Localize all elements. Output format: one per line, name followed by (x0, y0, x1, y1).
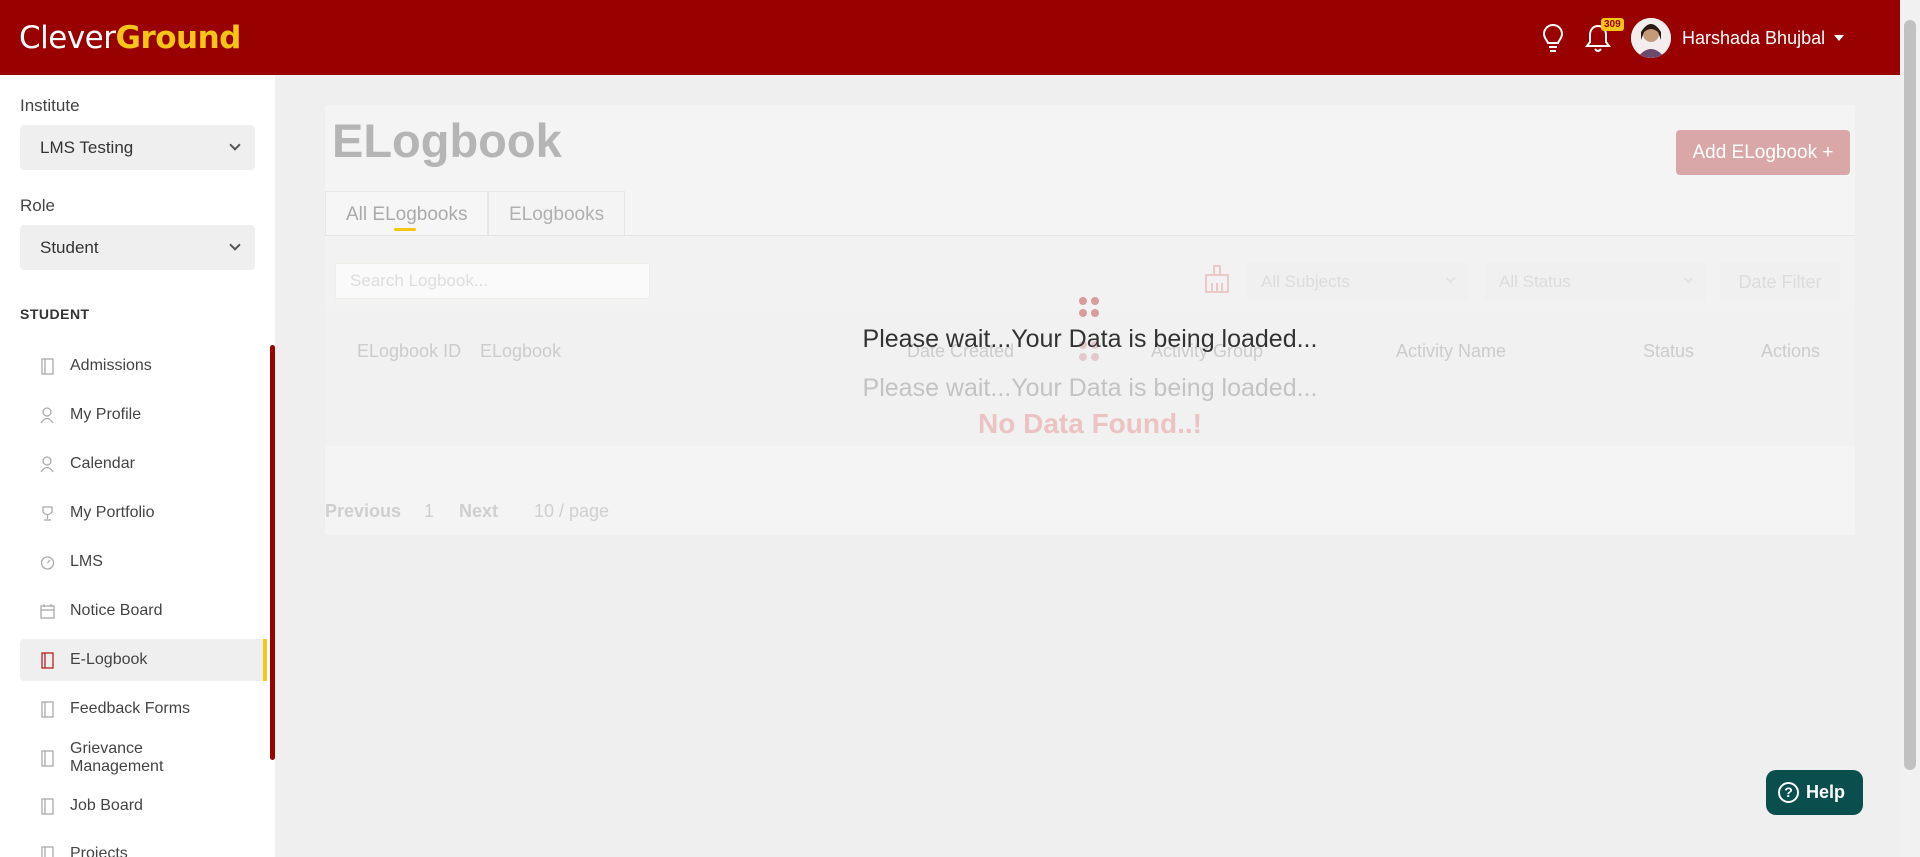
avatar[interactable] (1631, 18, 1671, 58)
chevron-down-icon (1683, 273, 1694, 284)
sidebar-item-my-portfolio[interactable]: My Portfolio (20, 492, 265, 534)
tab-active-underline (394, 228, 416, 231)
chevron-down-icon (229, 239, 241, 251)
chevron-down-icon (1445, 273, 1456, 284)
logo-text-clever: Clever (19, 20, 116, 56)
loading-spinner-icon (1079, 297, 1101, 319)
book-icon (41, 357, 54, 375)
logo-text-ground: Ground (115, 20, 242, 56)
book-icon (41, 797, 54, 815)
active-indicator (263, 639, 267, 681)
book-icon (41, 845, 54, 857)
sidebar-item-feedback-forms[interactable]: Feedback Forms (20, 688, 265, 730)
page-number-button[interactable]: 1 (424, 501, 434, 522)
elogbook-card: ELogbook Add ELogbook + All ELogbooks EL… (325, 105, 1855, 535)
date-filter-button[interactable]: Date Filter (1720, 263, 1840, 301)
role-select-value: Student (40, 238, 99, 257)
sidebar-item-label: Admissions (70, 357, 152, 374)
user-menu-caret-icon[interactable] (1834, 35, 1844, 41)
page-scrollbar-thumb[interactable] (1904, 20, 1916, 770)
clever-ground-logo[interactable]: CleverGround (19, 20, 241, 56)
sidebar-item-grievance-management[interactable]: Grievance Management (20, 737, 265, 779)
previous-page-button[interactable]: Previous (325, 501, 401, 522)
sidebar-item-label: Feedback Forms (70, 700, 191, 717)
book-icon (41, 700, 54, 718)
book-icon (41, 749, 54, 767)
page-scrollbar[interactable] (1900, 0, 1920, 857)
status-filter-select[interactable]: All Status (1485, 263, 1706, 301)
help-button-label: Help (1806, 782, 1846, 802)
tab-elogbooks[interactable]: ELogbooks (488, 191, 626, 236)
sidebar-item-e-logbook[interactable]: E-Logbook (20, 639, 267, 681)
lightbulb-icon[interactable] (1538, 22, 1568, 54)
next-page-button[interactable]: Next (459, 501, 498, 522)
sidebar-item-label: Notice Board (70, 602, 163, 619)
tab-all-elogbooks[interactable]: All ELogbooks (325, 191, 489, 236)
top-navbar: CleverGround 309 Harshada Bhujbal (0, 0, 1900, 75)
sidebar-section-title: STUDENT (20, 306, 90, 322)
sidebar-item-label: Grievance Management (70, 740, 164, 775)
search-input[interactable]: Search Logbook... (335, 263, 650, 299)
profile-icon (40, 406, 54, 423)
no-data-message: No Data Found..! (978, 408, 1202, 439)
subjects-filter-select[interactable]: All Subjects (1247, 263, 1468, 301)
sidebar-item-label: Job Board (70, 797, 143, 814)
sidebar-item-label: My Profile (70, 406, 142, 423)
role-select[interactable]: Student (20, 225, 255, 270)
sidebar-item-label: Calendar (70, 455, 135, 472)
trophy-icon (42, 505, 53, 521)
book-icon (41, 651, 54, 669)
broom-icon[interactable] (1202, 263, 1232, 295)
chevron-down-icon (229, 139, 241, 151)
sidebar-item-notice-board[interactable]: Notice Board (20, 590, 265, 632)
tab-label: ELogbooks (509, 204, 605, 225)
institute-select-value: LMS Testing (40, 138, 134, 157)
status-filter-value: All Status (1499, 272, 1571, 291)
add-elogbook-button[interactable]: Add ELogbook + (1676, 130, 1850, 175)
user-name[interactable]: Harshada Bhujbal (1682, 28, 1825, 49)
question-icon: ? (1778, 782, 1799, 803)
role-label: Role (20, 196, 55, 215)
sidebar-item-label: LMS (70, 553, 103, 570)
sidebar-item-calendar[interactable]: Calendar (20, 443, 265, 485)
sidebar-item-job-board[interactable]: Job Board (20, 785, 265, 827)
page-title: ELogbook (332, 114, 562, 167)
table-loading-text: Please wait...Your Data is being loaded.… (862, 374, 1318, 402)
institute-select[interactable]: LMS Testing (20, 125, 255, 170)
sidebar-item-label: Projects (70, 845, 128, 857)
notification-badge: 309 (1601, 18, 1624, 31)
tab-label: All ELogbooks (346, 204, 468, 225)
help-button[interactable]: ? Help (1766, 770, 1863, 815)
sidebar-item-lms[interactable]: LMS (20, 541, 265, 583)
gauge-icon (40, 555, 55, 570)
calendar-icon (40, 603, 55, 619)
loading-message: Please wait...Your Data is being loaded.… (862, 325, 1318, 353)
institute-label: Institute (20, 96, 80, 115)
sidebar: Institute LMS Testing Role Student STUDE… (0, 75, 275, 857)
sidebar-item-my-profile[interactable]: My Profile (20, 394, 265, 436)
calendar-person-icon (40, 455, 54, 472)
main-content: ELogbook Add ELogbook + All ELogbooks EL… (275, 75, 1900, 857)
sidebar-item-projects[interactable]: Projects (20, 833, 265, 857)
search-placeholder: Search Logbook... (350, 271, 488, 290)
sidebar-item-label: E-Logbook (70, 651, 148, 668)
subjects-filter-value: All Subjects (1261, 272, 1350, 291)
sidebar-item-admissions[interactable]: Admissions (20, 345, 265, 387)
sidebar-item-label: My Portfolio (70, 504, 155, 521)
page-size-select[interactable]: 10 / page (534, 501, 609, 522)
